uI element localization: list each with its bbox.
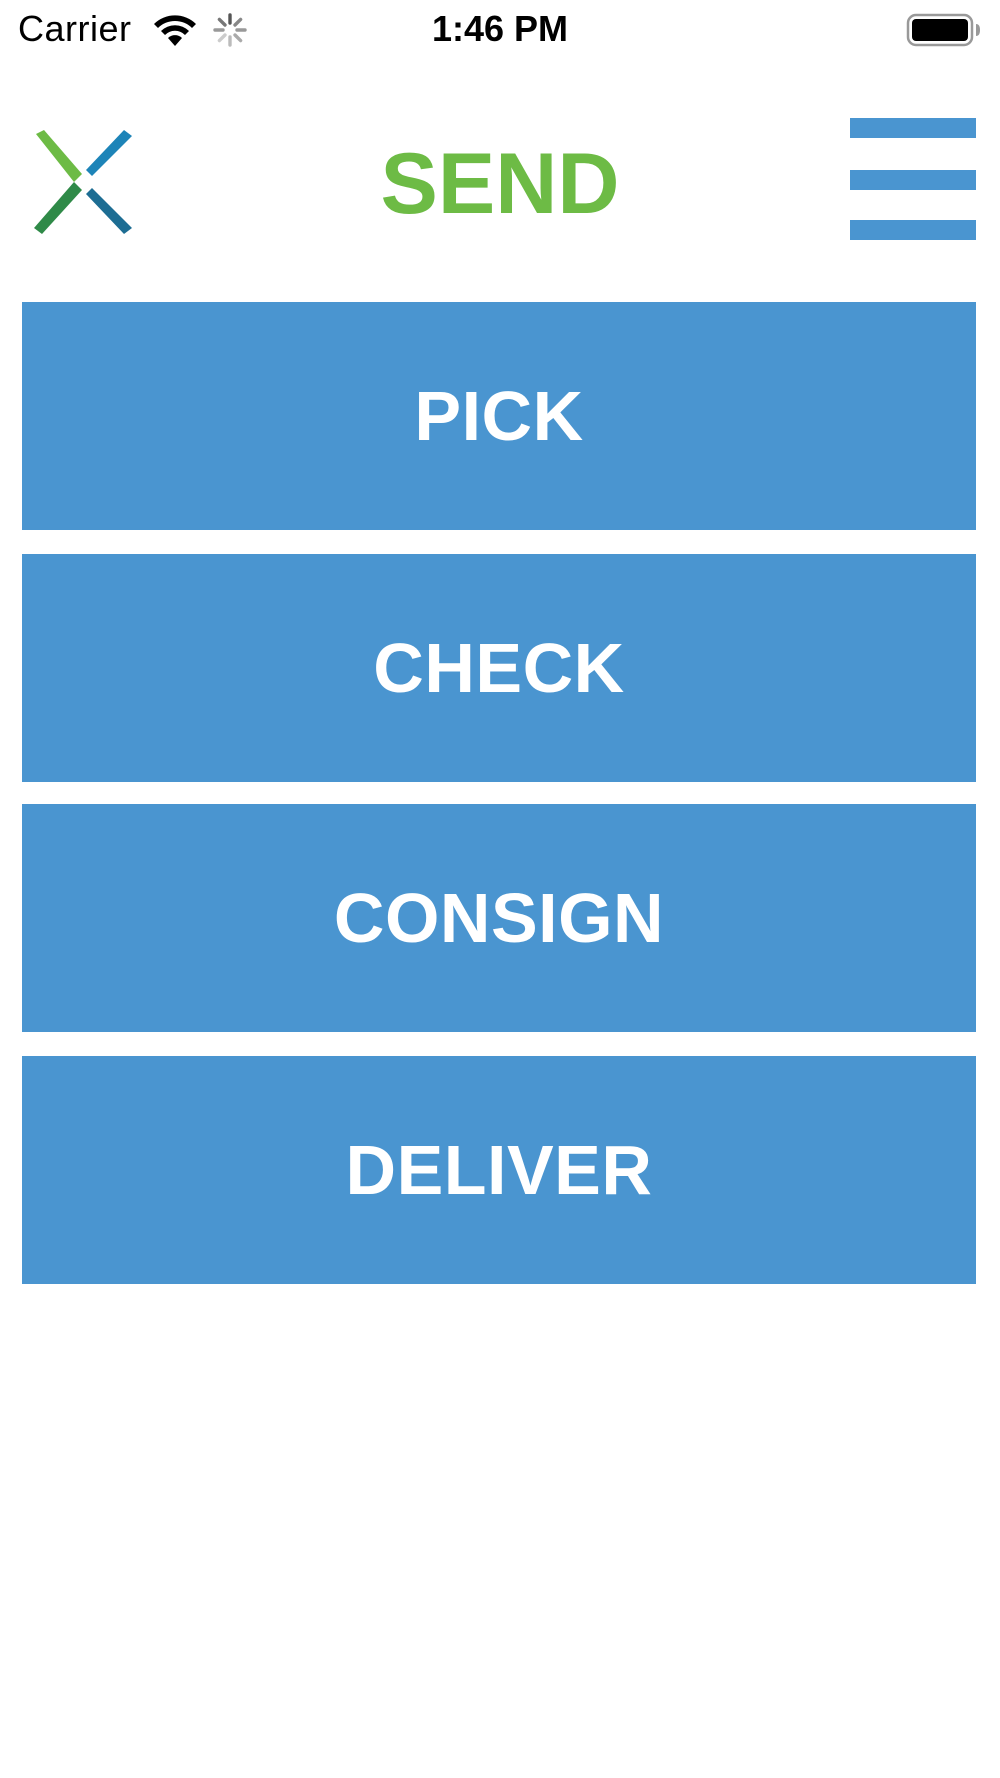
consign-button[interactable]: CONSIGN bbox=[22, 804, 976, 1032]
pick-button[interactable]: PICK bbox=[22, 302, 976, 530]
hamburger-menu-icon[interactable] bbox=[850, 118, 976, 242]
menu-bar-middle bbox=[850, 170, 976, 190]
menu-bar-bottom bbox=[850, 220, 976, 240]
check-button[interactable]: CHECK bbox=[22, 554, 976, 782]
menu-bar-top bbox=[850, 118, 976, 138]
battery-icon bbox=[906, 13, 980, 47]
deliver-button[interactable]: DELIVER bbox=[22, 1056, 976, 1284]
status-time: 1:46 PM bbox=[431, 8, 569, 49]
action-list: PICK CHECK CONSIGN DELIVER bbox=[22, 302, 976, 1308]
status-bar: Carrier 1:46 PM bbox=[0, 0, 1000, 62]
